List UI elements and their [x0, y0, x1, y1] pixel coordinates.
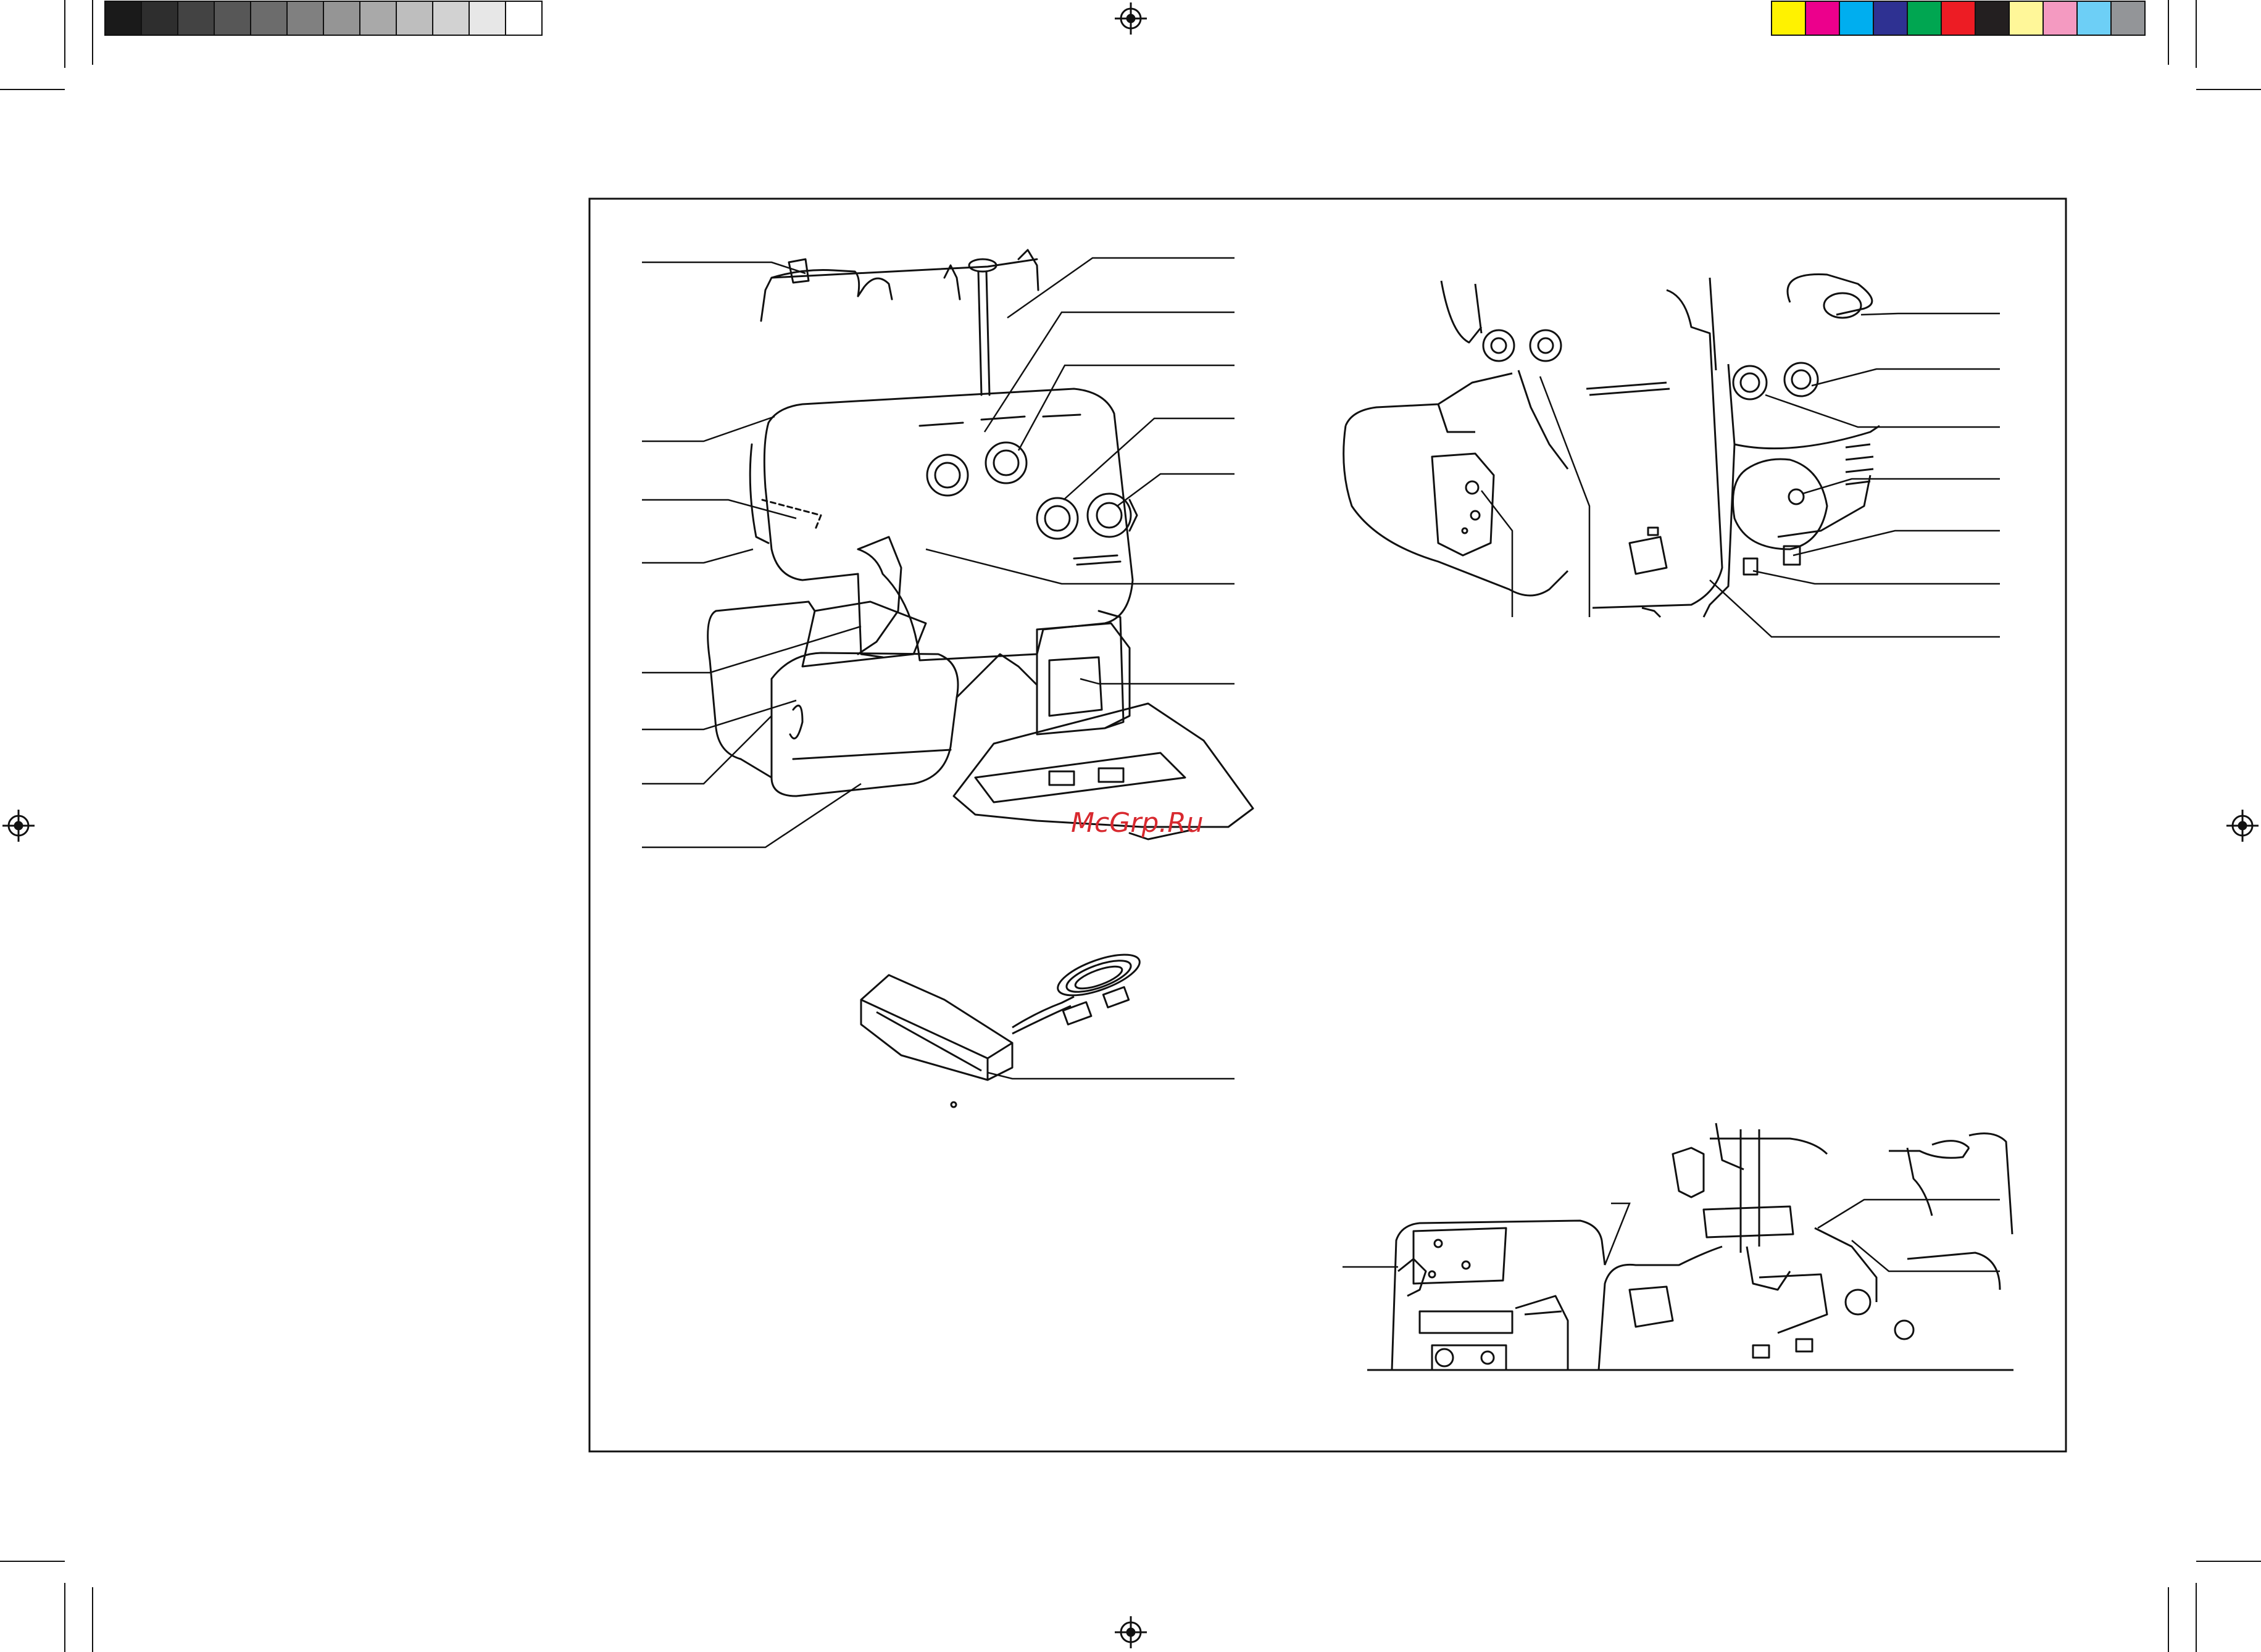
gray-swatch — [432, 1, 470, 36]
gray-swatch — [177, 1, 215, 36]
gray-swatch — [250, 1, 288, 36]
process-swatch — [2009, 1, 2044, 36]
process-color-bar — [1771, 1, 2146, 36]
gray-swatch — [141, 1, 178, 36]
leader-line-icon — [642, 257, 2000, 1272]
gray-swatch — [359, 1, 397, 36]
overlock-machine-side-view — [1343, 273, 1880, 618]
process-swatch — [1975, 1, 2010, 36]
gray-swatch — [468, 1, 506, 36]
process-swatch — [1907, 1, 1942, 36]
process-swatch — [2110, 1, 2146, 36]
gray-swatch — [505, 1, 543, 36]
watermark-text: McGrp.Ru — [1071, 807, 1204, 839]
gray-swatch — [104, 1, 142, 36]
foot-controller — [860, 953, 1141, 1108]
process-swatch — [1771, 1, 1806, 36]
gray-swatch — [396, 1, 433, 36]
process-swatch — [1839, 1, 1874, 36]
process-swatch — [1805, 1, 1840, 36]
process-swatch — [2042, 1, 2078, 36]
process-swatch — [2076, 1, 2112, 36]
gray-swatch — [286, 1, 324, 36]
gray-swatch — [323, 1, 360, 36]
overlock-machine-looper-view — [1391, 1123, 2013, 1371]
figure-frame — [588, 197, 2067, 1453]
process-swatch — [1941, 1, 1976, 36]
overlock-machine-front-view — [707, 249, 1254, 841]
grayscale-color-bar — [104, 1, 543, 36]
process-swatch — [1873, 1, 1908, 36]
gray-swatch — [214, 1, 251, 36]
